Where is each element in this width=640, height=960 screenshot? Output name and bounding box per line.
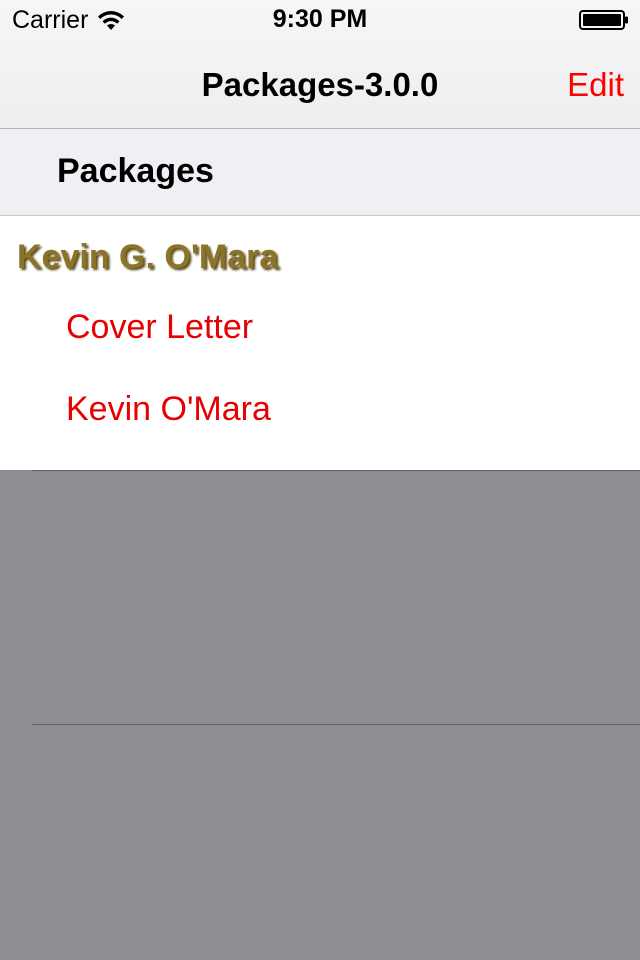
battery-full-icon <box>579 10 628 30</box>
row-separator <box>32 470 640 471</box>
status-bar: Carrier 9:30 PM <box>0 0 640 40</box>
navigation-bar: Packages-3.0.0 Edit <box>0 40 640 128</box>
row-separator <box>32 724 640 725</box>
section-header-label: Packages <box>57 152 214 190</box>
section-header: Packages <box>0 129 640 216</box>
list-item-resume[interactable]: Kevin O'Mara <box>66 390 271 429</box>
app-screen: Carrier 9:30 PM Packages-3.0.0 Edit Pack… <box>0 0 640 960</box>
status-time: 9:30 PM <box>272 5 368 33</box>
top-chrome: Carrier 9:30 PM Packages-3.0.0 Edit <box>0 0 640 129</box>
list-item-cover-letter[interactable]: Cover Letter <box>66 308 253 347</box>
package-list: Kevin G. O'Mara Cover Letter Kevin O'Mar… <box>0 216 640 470</box>
edit-button[interactable]: Edit <box>567 66 624 104</box>
nav-title: Packages-3.0.0 <box>201 66 439 103</box>
group-title: Kevin G. O'Mara <box>17 238 279 276</box>
